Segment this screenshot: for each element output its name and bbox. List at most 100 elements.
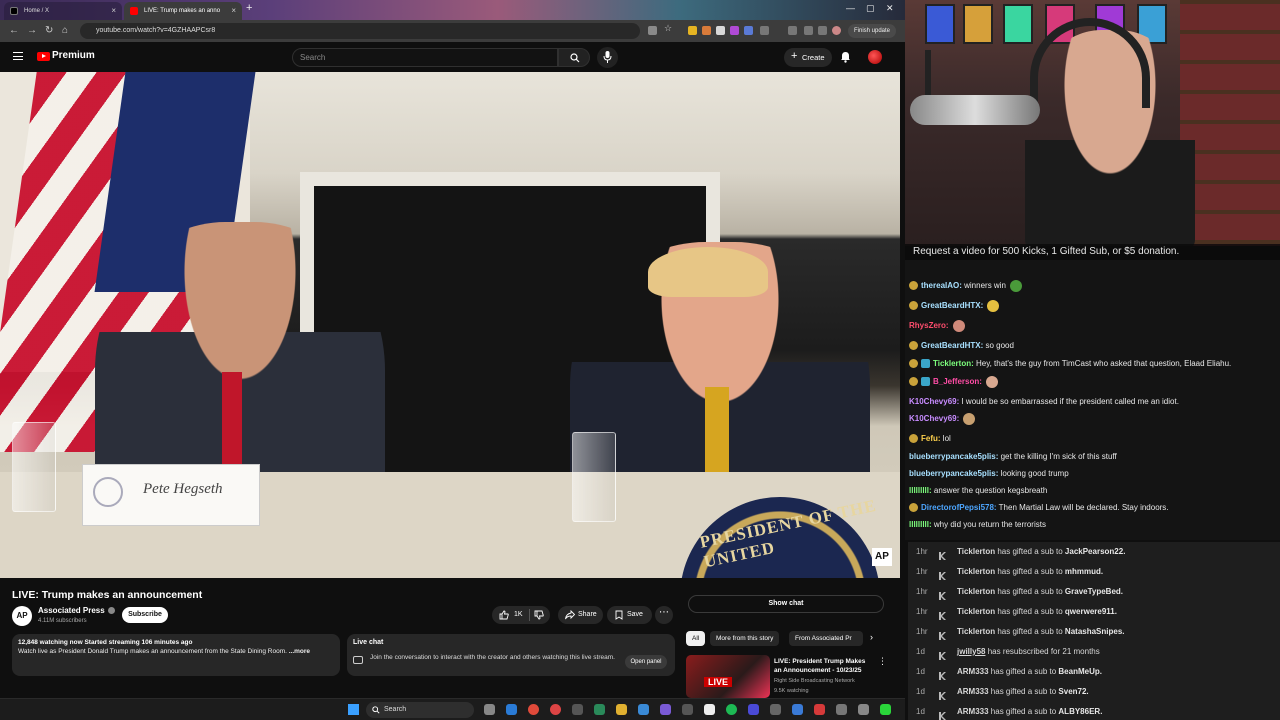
close-tab-icon[interactable]: ×	[231, 2, 236, 20]
extension-icon[interactable]	[716, 26, 725, 35]
show-chat-button[interactable]: Show chat	[688, 595, 884, 613]
spotify-icon[interactable]	[726, 704, 737, 715]
more-vert-icon[interactable]: ⋮	[878, 656, 887, 667]
description-box[interactable]: 12,848 watching now Started streaming 10…	[12, 634, 340, 676]
chip-from-associated-press[interactable]: From Associated Pr	[789, 631, 863, 646]
chat-username[interactable]: Fefu:	[921, 434, 941, 443]
extension-icon[interactable]	[818, 26, 827, 35]
task-view-icon[interactable]	[484, 704, 495, 715]
bookmark-star-icon[interactable]: ☆	[664, 23, 673, 33]
extension-icon[interactable]	[688, 26, 697, 35]
taskbar-search[interactable]: Search	[366, 702, 474, 718]
video-player[interactable]: Pete Hegseth PRESIDENT OF THE UNITED AP	[0, 72, 900, 578]
app-icon[interactable]	[572, 704, 583, 715]
chat-username[interactable]: lllllllll:	[909, 486, 932, 495]
chat-username[interactable]: blueberrypancake5plis:	[909, 469, 998, 478]
event-target[interactable]: BeanMeUp.	[1058, 667, 1102, 676]
new-tab-icon[interactable]: +	[246, 2, 252, 14]
app-icon[interactable]	[858, 704, 869, 715]
app-icon[interactable]	[704, 704, 715, 715]
event-user[interactable]: Ticklerton	[957, 587, 995, 596]
install-icon[interactable]	[648, 26, 657, 35]
search-input[interactable]: Search	[292, 48, 558, 67]
app-icon[interactable]	[748, 704, 759, 715]
chat-username[interactable]: therealAO:	[921, 281, 962, 290]
event-target[interactable]: Sven72.	[1058, 687, 1088, 696]
account-avatar[interactable]	[868, 50, 882, 64]
share-button[interactable]: Share	[558, 606, 603, 624]
chat-username[interactable]: K10Chevy69:	[909, 397, 959, 406]
app-icon[interactable]	[682, 704, 693, 715]
extension-icon[interactable]	[702, 26, 711, 35]
app-icon[interactable]	[792, 704, 803, 715]
close-window-icon[interactable]: ✕	[886, 3, 894, 14]
event-user[interactable]: ARM333	[957, 667, 989, 676]
chat-username[interactable]: blueberrypancake5plis:	[909, 452, 998, 461]
chat-username[interactable]: GreatBeardHTX:	[921, 341, 983, 350]
save-button[interactable]: Save	[607, 606, 652, 624]
obs-icon[interactable]	[660, 704, 671, 715]
profile-avatar[interactable]	[832, 26, 841, 35]
chat-username[interactable]: Ticklerton:	[933, 359, 974, 368]
event-target[interactable]: GraveTypeBed.	[1065, 587, 1123, 596]
event-target[interactable]: qwerwere911.	[1065, 607, 1117, 616]
edge-icon[interactable]	[506, 704, 517, 715]
maximize-icon[interactable]: ▢	[866, 3, 875, 14]
search-button[interactable]	[558, 48, 590, 67]
recommended-thumbnail[interactable]: LIVE	[686, 655, 770, 698]
recommended-channel[interactable]: Right Side Broadcasting Network	[774, 678, 855, 684]
voice-search-button[interactable]	[597, 47, 618, 68]
chat-username[interactable]: K10Chevy69:	[909, 414, 959, 423]
event-user[interactable]: ARM333	[957, 687, 989, 696]
extension-icon[interactable]	[744, 26, 753, 35]
notifications-bell-icon[interactable]	[840, 51, 851, 63]
chrome-profile-icon[interactable]	[550, 704, 561, 715]
create-button[interactable]: Create	[784, 47, 832, 67]
tab-youtube-live[interactable]: LIVE: Trump makes an anno ×	[124, 2, 242, 20]
url-field[interactable]: youtube.com/watch?v=4GZHAAPCsr8	[80, 23, 640, 39]
app-icon[interactable]	[594, 704, 605, 715]
close-tab-icon[interactable]: ×	[111, 2, 116, 20]
more-actions-icon[interactable]: ⋯	[655, 606, 673, 624]
chat-username[interactable]: RhysZero:	[909, 321, 949, 330]
reload-icon[interactable]: ↻	[45, 25, 53, 37]
forward-icon[interactable]: →	[27, 25, 37, 37]
chrome-icon[interactable]	[528, 704, 539, 715]
chip-all[interactable]: All	[686, 631, 706, 646]
app-icon[interactable]	[638, 704, 649, 715]
youtube-premium-label[interactable]: Premium	[52, 50, 95, 61]
event-user[interactable]: jwilly58	[957, 647, 985, 656]
event-user[interactable]: ARM333	[957, 707, 989, 716]
thumbs-down-icon[interactable]	[534, 610, 544, 620]
channel-avatar[interactable]: AP	[12, 606, 32, 626]
open-panel-button[interactable]: Open panel	[625, 655, 667, 669]
app-icon[interactable]	[880, 704, 891, 715]
event-user[interactable]: Ticklerton	[957, 607, 995, 616]
app-icon[interactable]	[836, 704, 847, 715]
like-button[interactable]: 1K	[492, 606, 550, 624]
event-user[interactable]: Ticklerton	[957, 627, 995, 636]
event-target[interactable]: JackPearson22.	[1065, 547, 1126, 556]
recommended-title[interactable]: LIVE: President Trump Makes an Announcem…	[774, 657, 874, 675]
back-icon[interactable]: ←	[9, 25, 19, 37]
file-explorer-icon[interactable]	[616, 704, 627, 715]
chevron-right-icon[interactable]: ›	[870, 632, 873, 642]
event-user[interactable]: Ticklerton	[957, 547, 995, 556]
windows-start-icon[interactable]	[348, 704, 359, 715]
event-target[interactable]: ALBY86ER.	[1058, 707, 1102, 716]
channel-name[interactable]: Associated Press	[38, 606, 115, 615]
app-icon[interactable]	[770, 704, 781, 715]
chat-username[interactable]: GreatBeardHTX:	[921, 301, 983, 310]
event-target[interactable]: mhmmud.	[1065, 567, 1103, 576]
app-icon[interactable]	[814, 704, 825, 715]
finish-update-button[interactable]: Finish update	[848, 24, 897, 38]
tab-x-home[interactable]: Home / X ×	[4, 2, 122, 20]
chat-username[interactable]: lllllllll:	[909, 520, 932, 529]
channel-name-text[interactable]: Associated Press	[38, 606, 105, 615]
minimize-icon[interactable]: —	[846, 3, 855, 13]
event-user[interactable]: Ticklerton	[957, 567, 995, 576]
download-icon[interactable]	[804, 26, 813, 35]
chat-username[interactable]: DirectorofPepsi578:	[921, 503, 997, 512]
event-target[interactable]: NatashaSnipes.	[1065, 627, 1125, 636]
home-icon[interactable]: ⌂	[62, 25, 68, 37]
